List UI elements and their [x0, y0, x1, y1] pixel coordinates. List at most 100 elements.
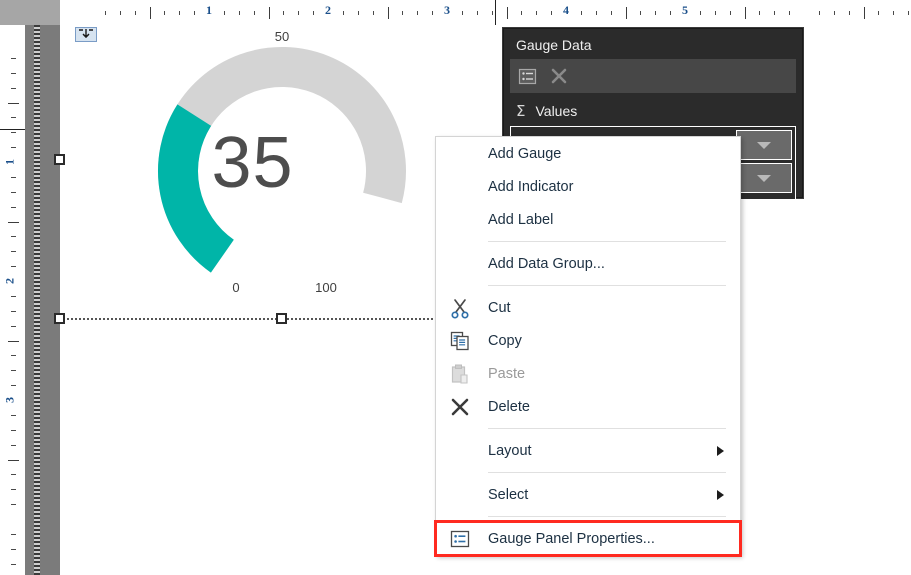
selection-border-bottom — [60, 318, 445, 320]
gauge-scale-label-max: 100 — [315, 280, 337, 295]
menu-item-add-gauge[interactable]: Add Gauge — [436, 137, 740, 170]
ruler-tick — [11, 548, 16, 550]
menu-item-select[interactable]: Select — [436, 478, 740, 511]
menu-item-label: Add Label — [488, 211, 554, 228]
gauge-scale-label-min: 0 — [232, 280, 240, 295]
menu-item-delete[interactable]: Delete — [436, 390, 740, 423]
ruler-tick — [194, 11, 196, 15]
ruler-tick — [134, 11, 136, 15]
selection-handle-bottom-left[interactable] — [54, 313, 65, 324]
ruler-tick — [11, 504, 16, 506]
menu-item-label: Add Data Group... — [488, 255, 605, 272]
scissors-icon — [448, 296, 472, 320]
gauge-data-values-section: Σ Values — [504, 93, 802, 126]
menu-separator — [488, 472, 726, 473]
ruler-tick — [714, 11, 716, 15]
gauge-fill-arc — [158, 104, 235, 273]
ruler-tick — [11, 117, 16, 119]
ruler-tick — [848, 11, 850, 15]
ruler-tick — [11, 266, 16, 268]
ruler-tick — [11, 429, 16, 431]
ruler-tick — [11, 176, 16, 178]
ruler-tick — [372, 11, 374, 15]
copy-icon — [448, 329, 472, 353]
ruler-body-edge — [494, 0, 496, 25]
paste-icon — [448, 362, 472, 386]
menu-item-label: Delete — [488, 398, 530, 415]
ruler-label: 3 — [2, 397, 17, 403]
ruler-tick — [878, 11, 880, 15]
ruler-tick — [11, 489, 16, 491]
menu-item-add-label[interactable]: Add Label — [436, 203, 740, 236]
ruler-label: 1 — [2, 159, 17, 165]
ruler-tick — [164, 11, 166, 15]
menu-separator — [488, 516, 726, 517]
ruler-tick — [11, 191, 16, 193]
ruler-tick — [149, 7, 151, 19]
menu-item-label: Layout — [488, 442, 532, 459]
ruler-tick — [11, 72, 16, 74]
ruler-tick — [8, 340, 19, 342]
ruler-tick — [551, 11, 553, 15]
ruler-tick — [818, 11, 820, 15]
menu-item-layout[interactable]: Layout — [436, 434, 740, 467]
menu-separator — [488, 285, 726, 286]
ruler-tick — [580, 11, 582, 15]
menu-item-copy[interactable]: Copy — [436, 324, 740, 357]
ruler-tick — [432, 11, 434, 15]
radial-gauge[interactable] — [60, 28, 445, 298]
ruler-body-edge — [0, 128, 25, 130]
menu-item-label: Gauge Panel Properties... — [488, 530, 655, 547]
ruler-tick — [179, 11, 181, 15]
ruler-tick — [11, 132, 16, 134]
gauge-data-section-label: Values — [535, 103, 578, 119]
report-designer-surface: 12345 123 35 50 0 100 Gauge Data Σ Value… — [0, 0, 911, 575]
chevron-down-icon[interactable] — [736, 163, 792, 193]
menu-item-cut[interactable]: Cut — [436, 291, 740, 324]
chevron-down-icon[interactable] — [736, 130, 792, 160]
ruler-tick — [417, 11, 419, 15]
ruler-tick — [11, 563, 16, 565]
close-x-icon[interactable] — [548, 65, 570, 87]
ruler-tick — [595, 11, 597, 15]
ruler-tick — [387, 7, 389, 19]
ruler-tick — [893, 11, 895, 15]
menu-item-add-indicator[interactable]: Add Indicator — [436, 170, 740, 203]
gauge-scale-label-mid: 50 — [274, 29, 290, 44]
ruler-tick — [11, 325, 16, 327]
ruler-tick — [789, 11, 791, 15]
ruler-tick — [357, 11, 359, 15]
ruler-tick — [11, 57, 16, 59]
ruler-corner — [0, 0, 60, 25]
ruler-label: 2 — [2, 278, 17, 284]
ruler-tick — [729, 11, 731, 15]
context-menu[interactable]: Add Gauge Add Indicator Add Label Add Data … — [434, 136, 742, 557]
sigma-icon: Σ — [516, 102, 526, 120]
ruler-tick — [11, 251, 16, 253]
vertical-ruler[interactable]: 1 2 3 — [0, 25, 26, 575]
menu-item-gauge-panel-properties[interactable]: Gauge Panel Properties... — [434, 520, 742, 557]
submenu-arrow-icon — [717, 445, 724, 456]
ruler-tick — [11, 444, 16, 446]
selection-handle-left-middle[interactable] — [54, 154, 65, 165]
ruler-tick — [11, 147, 16, 149]
horizontal-ruler[interactable]: 1 2 3 4 5 — [60, 0, 911, 26]
ruler-tick — [402, 11, 404, 15]
properties-icon[interactable] — [516, 65, 538, 87]
gauge-panel-item[interactable]: 35 50 0 100 — [54, 27, 445, 324]
ruler-tick — [655, 11, 657, 15]
menu-item-label: Copy — [488, 332, 522, 349]
ruler-gutter — [25, 25, 60, 575]
menu-item-add-data-group[interactable]: Add Data Group... — [436, 247, 740, 280]
ruler-tick — [521, 11, 523, 15]
ruler-tick — [774, 11, 776, 15]
ruler-tick — [313, 11, 315, 15]
gauge-data-toolbar[interactable] — [510, 59, 796, 93]
ruler-tick — [610, 11, 612, 15]
selection-handle-bottom-center[interactable] — [276, 313, 287, 324]
ruler-tick — [759, 11, 761, 15]
menu-item-label: Select — [488, 486, 529, 503]
ruler-tick — [283, 11, 285, 15]
ruler-tick — [11, 355, 16, 357]
ruler-tick — [119, 11, 121, 15]
